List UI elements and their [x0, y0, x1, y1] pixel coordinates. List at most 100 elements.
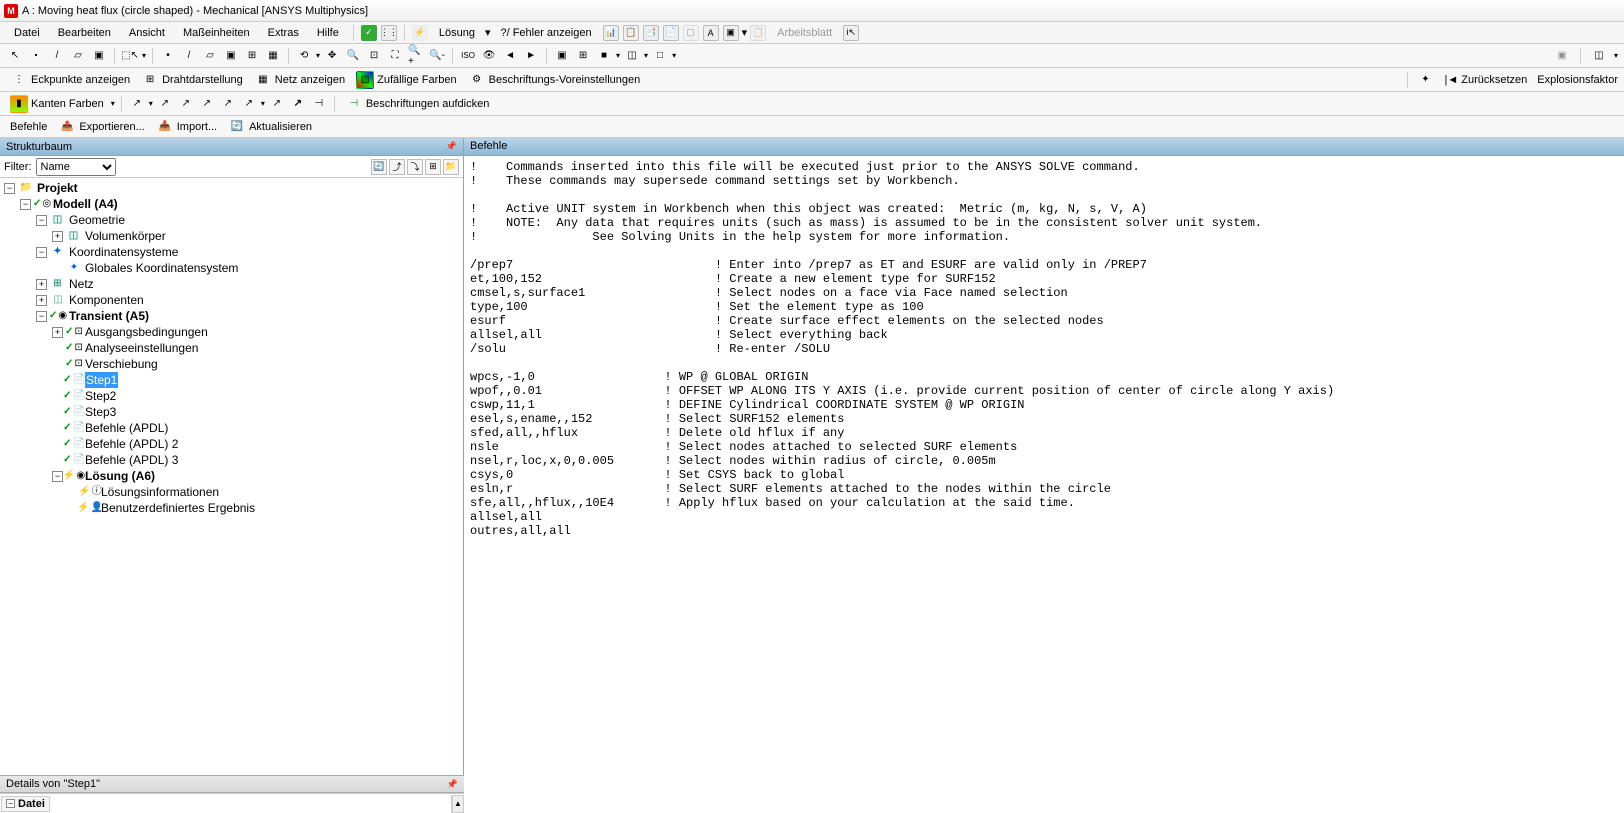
tree-komponenten[interactable]: Komponenten [69, 292, 144, 308]
expand-icon[interactable]: + [52, 231, 63, 242]
zoom-box-icon[interactable]: ⊡ [365, 47, 383, 65]
body-icon[interactable]: ▣ [222, 47, 240, 65]
tool-icon-2[interactable]: 📋 [623, 25, 639, 41]
menu-extras[interactable]: Extras [260, 25, 307, 41]
face-icon[interactable]: ▱ [201, 47, 219, 65]
tree-step3[interactable]: Step3 [85, 404, 116, 420]
tool-icon-5[interactable]: ▢ [683, 25, 699, 41]
edge-style-6-icon[interactable]: ↗ [240, 95, 258, 113]
drahtdarstellung-button[interactable]: ⊞Drahtdarstellung [137, 70, 247, 90]
expand-icon[interactable]: − [36, 311, 47, 322]
tree-step1[interactable]: Step1 [85, 372, 118, 388]
zoom-icon[interactable]: 🔍 [344, 47, 362, 65]
tree-transient[interactable]: Transient (A5) [69, 308, 149, 324]
select-edge-icon[interactable]: / [48, 47, 66, 65]
wireframe-icon[interactable]: ⊞ [574, 47, 592, 65]
filter-icon-1[interactable]: 🔄 [371, 159, 387, 175]
dropdown-icon[interactable]: ▾ [644, 51, 648, 60]
tree-benutzerdefiniert[interactable]: Benutzerdefiniertes Ergebnis [101, 500, 255, 516]
expand-icon[interactable]: + [36, 279, 47, 290]
dropdown-icon[interactable]: ▾ [672, 51, 676, 60]
dropdown-icon[interactable]: ▾ [616, 51, 620, 60]
expand-icon[interactable]: − [36, 215, 47, 226]
expand-icon[interactable]: − [52, 471, 63, 482]
edge-style-2-icon[interactable]: ↗ [156, 95, 174, 113]
select-vertex-icon[interactable]: ⬝ [27, 47, 45, 65]
menu-loesung[interactable]: Lösung [431, 25, 483, 41]
cursor-icon[interactable]: ↖ [6, 47, 24, 65]
dropdown-icon[interactable]: ▾ [1614, 51, 1618, 60]
thicken-icon[interactable]: ⊣ [310, 95, 328, 113]
code-editor[interactable]: ! Commands inserted into this file will … [464, 156, 1624, 775]
dropdown-icon[interactable]: ▾ [149, 99, 153, 108]
edge-style-4-icon[interactable]: ↗ [198, 95, 216, 113]
tool-icon-3[interactable]: 📑 [643, 25, 659, 41]
filter-select[interactable]: Name [36, 158, 116, 176]
tool-icon-4[interactable]: 📄 [663, 25, 679, 41]
rotate-icon[interactable]: ⟲ [295, 47, 313, 65]
aktualisieren-button[interactable]: 🔄Aktualisieren [224, 117, 316, 137]
beschriftungen-aufdicken-button[interactable]: ⊣Beschriftungen aufdicken [341, 94, 494, 114]
select-face-icon[interactable]: ▱ [69, 47, 87, 65]
view-icon-right1[interactable]: ▣ [1553, 47, 1571, 65]
connectors-icon[interactable]: ⋮⋮ [381, 25, 397, 41]
menu-masseinheiten[interactable]: Maßeinheiten [175, 25, 258, 41]
annotation-icon[interactable]: □ [651, 47, 669, 65]
filter-icon-3[interactable]: ⤵ [407, 159, 423, 175]
tree-step2[interactable]: Step2 [85, 388, 116, 404]
explode-icon[interactable]: ✦ [1417, 71, 1435, 89]
tree-befehle-apdl3[interactable]: Befehle (APDL) 3 [85, 452, 178, 468]
zuruecksetzen-button[interactable]: |◄Zurücksetzen [1441, 73, 1532, 87]
dropdown-icon[interactable]: ▾ [261, 99, 265, 108]
box-select-icon[interactable]: ⬚↖ [121, 47, 139, 65]
netz-anzeigen-button[interactable]: ▦Netz anzeigen [250, 70, 349, 90]
dropdown-icon[interactable]: ▾ [142, 51, 146, 60]
dropdown-icon[interactable]: ▾ [485, 26, 491, 39]
expand-icon[interactable]: − [36, 247, 47, 258]
next-view-icon[interactable]: ► [522, 47, 540, 65]
edge-style-5-icon[interactable]: ↗ [219, 95, 237, 113]
tree-modell[interactable]: Modell (A4) [53, 196, 118, 212]
tree-ausgangsbedingungen[interactable]: Ausgangsbedingungen [85, 324, 208, 340]
tree-befehle-apdl[interactable]: Befehle (APDL) [85, 420, 168, 436]
dropdown-icon[interactable]: ▾ [316, 51, 320, 60]
zoom-fit-icon[interactable]: ⛶ [386, 47, 404, 65]
expand-icon[interactable]: − [4, 183, 15, 194]
menu-datei[interactable]: Datei [6, 25, 48, 41]
menu-ansicht[interactable]: Ansicht [121, 25, 173, 41]
details-category[interactable]: − Datei [1, 796, 50, 812]
zufaellige-button[interactable]: ▨Zufällige Farben [352, 70, 461, 90]
beschriftungs-button[interactable]: ⚙Beschriftungs-Voreinstellungen [464, 70, 645, 90]
zoom-out-icon[interactable]: 🔍- [428, 47, 446, 65]
menu-bearbeiten[interactable]: Bearbeiten [50, 25, 119, 41]
view-icon-right2[interactable]: ◫ [1590, 47, 1608, 65]
tree-loesungsinfo[interactable]: Lösungsinformationen [101, 484, 219, 500]
element-icon[interactable]: ▦ [264, 47, 282, 65]
exportieren-button[interactable]: 📤Exportieren... [54, 117, 148, 137]
import-button[interactable]: 📥Import... [152, 117, 221, 137]
pin-icon[interactable]: 📌 [446, 141, 457, 152]
edge-style-7-icon[interactable]: ↗ [268, 95, 286, 113]
tree-analyseeinstellungen[interactable]: Analyseeinstellungen [85, 340, 198, 356]
tree-volumenkoerper[interactable]: Volumenkörper [85, 228, 166, 244]
tool-icon-6[interactable]: A [703, 25, 719, 41]
expand-icon[interactable]: − [20, 199, 31, 210]
display-style-icon[interactable]: ▣ [553, 47, 571, 65]
select-body-icon[interactable]: ▣ [90, 47, 108, 65]
tree-projekt[interactable]: Projekt [37, 180, 78, 196]
filter-icon-4[interactable]: ⊞ [425, 159, 441, 175]
vertex-icon[interactable]: • [159, 47, 177, 65]
pin-icon[interactable]: 📌 [447, 779, 458, 790]
tree-verschiebung[interactable]: Verschiebung [85, 356, 158, 372]
node-icon[interactable]: ⊞ [243, 47, 261, 65]
dropdown-icon[interactable]: ▾ [111, 99, 115, 108]
shade-icon[interactable]: ■ [595, 47, 613, 65]
bolt-icon[interactable]: ⚡ [412, 25, 428, 41]
tree-netz[interactable]: Netz [69, 276, 94, 292]
edge-style-1-icon[interactable]: ↗ [128, 95, 146, 113]
look-at-icon[interactable]: 👁 [480, 47, 498, 65]
check-icon[interactable]: ✓ [361, 25, 377, 41]
info-cursor-icon[interactable]: i↖ [843, 25, 859, 41]
filter-icon-2[interactable]: ⤴ [389, 159, 405, 175]
pan-icon[interactable]: ✥ [323, 47, 341, 65]
